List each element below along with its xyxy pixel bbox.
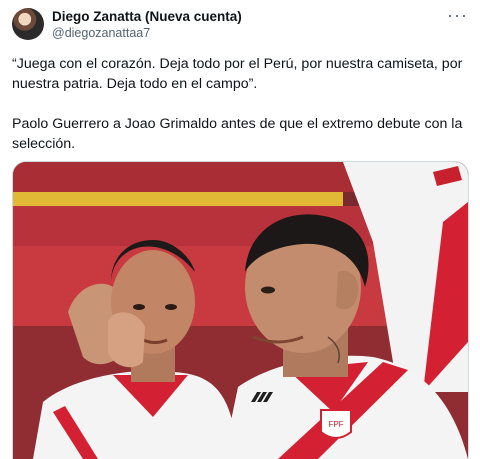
tweet-text: “Juega con el corazón. Deja todo por el … — [12, 54, 464, 174]
author-avatar[interactable] — [12, 8, 44, 40]
tweet-media-photo[interactable]: FPF — [12, 161, 469, 459]
tweet-header: Diego Zanatta (Nueva cuenta) @diegozanat… — [12, 6, 468, 42]
tweet-paragraph-2: Paolo Guerrero a Joao Grimaldo antes de … — [12, 116, 463, 152]
captain-hand — [108, 312, 145, 368]
svg-text:FPF: FPF — [328, 420, 343, 429]
author-display-name[interactable]: Diego Zanatta (Nueva cuenta) — [52, 9, 242, 24]
tweet-card[interactable]: Diego Zanatta (Nueva cuenta) @diegozanat… — [0, 0, 480, 459]
stadium-yellow-band — [13, 192, 343, 206]
author-handle[interactable]: @diegozanattaa7 — [52, 26, 150, 40]
more-horizontal-icon[interactable]: ··· — [447, 6, 468, 24]
photo-illustration: FPF — [13, 162, 468, 459]
tweet-paragraph-1: “Juega con el corazón. Deja todo por el … — [12, 56, 463, 92]
